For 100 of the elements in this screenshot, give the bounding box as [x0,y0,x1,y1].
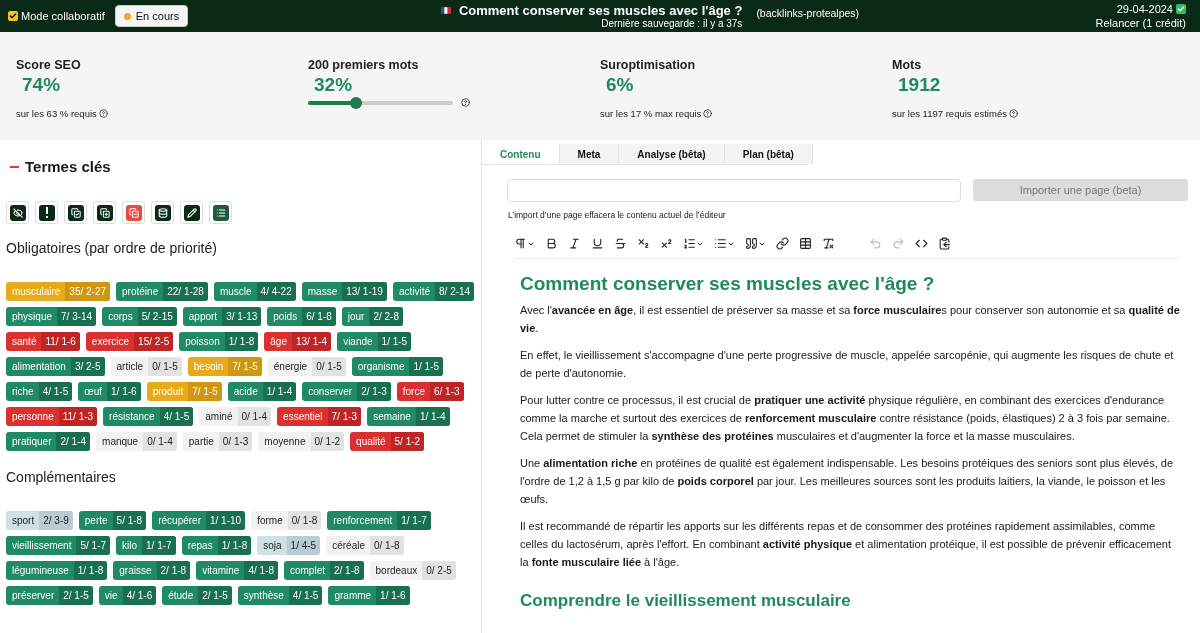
collapse-icon[interactable] [10,165,19,168]
tab[interactable]: Contenu [482,144,560,164]
group-title: Obligatoires (par ordre de priorité) [6,240,218,256]
subscript-button[interactable] [637,237,650,250]
keyword-tag[interactable]: conserver 2/ 1-3 [302,382,391,401]
help-icon[interactable] [1008,109,1018,118]
keyword-tag[interactable]: étude 2/ 1-5 [162,586,232,605]
article-heading: Comment conserver ses muscles avec l'âge ? [520,273,936,295]
keyword-tag[interactable]: céréale 0/ 1-8 [326,536,404,555]
keyword-tag[interactable]: gramme 1/ 1-6 [328,586,410,605]
help-icon[interactable] [461,98,470,107]
italic-button[interactable] [568,237,581,250]
group-title: Complémentaires [6,469,117,485]
url-field[interactable] [507,179,961,202]
keyword-tag[interactable]: vieillissement 5/ 1-7 [6,536,111,555]
slider-thumb[interactable] [349,96,362,109]
keyword-tag[interactable]: vitamine 4/ 1-8 [196,561,278,580]
date: 29-04-2024 [1116,3,1173,15]
keyword-tag[interactable]: riche 4/ 1-5 [6,382,73,401]
link-button[interactable] [776,237,789,250]
keyword-tag[interactable]: qualité 5/ 1-2 [350,432,425,451]
keyword-tag[interactable]: œuf 1/ 1-6 [78,382,141,401]
code-button[interactable] [915,237,928,250]
keyword-tag[interactable]: complet 2/ 1-8 [283,561,364,580]
keyword-tag[interactable]: kilo 1/ 1-7 [116,536,176,555]
keyword-tag[interactable]: repas 1/ 1-8 [181,536,252,555]
copy-button[interactable] [938,237,951,250]
stat-label: 200 premiers mots [308,58,420,72]
keyword-tag[interactable]: énergie 0/ 1-5 [267,357,346,376]
keyword-tag[interactable]: soja 1/ 4-5 [257,536,321,555]
paragraph-button[interactable] [514,237,535,250]
keyword-tag[interactable]: renforcement 1/ 1-7 [327,511,431,530]
keyword-tag[interactable]: jour 2/ 2-8 [341,307,403,326]
filter-button[interactable] [6,201,29,224]
last-saved: Dernière sauvegarde : il y a 37s [601,18,743,29]
keyword-tag[interactable]: semaine 1/ 1-4 [367,407,450,426]
filter-button[interactable] [93,201,116,224]
keyword-tag[interactable]: graisse 2/ 1-8 [113,561,191,580]
keyword-tag[interactable]: poisson 1/ 1-8 [179,332,259,351]
keyword-tag[interactable]: force 6/ 1-3 [396,382,464,401]
underline-button[interactable] [591,237,604,250]
keyword-tag[interactable]: masse 13/ 1-19 [301,282,387,301]
quote-button[interactable] [745,237,766,250]
keyword-tag[interactable]: activité 8/ 2-14 [392,282,475,301]
filter-button[interactable] [180,201,203,224]
keyword-tag[interactable]: corps 5/ 2-15 [102,307,177,326]
keyword-tag[interactable]: organisme 1/ 1-5 [351,357,444,376]
filter-button[interactable] [64,201,87,224]
bold-button[interactable] [545,237,558,250]
stat-value: 1912 [898,74,942,96]
keyword-tag[interactable]: sport 2/ 3-9 [6,511,73,530]
checkbox[interactable] [8,11,18,21]
keyword-tag[interactable]: moyenne 0/ 1-2 [258,432,345,451]
stat-value: 6% [606,74,635,96]
filter-button[interactable] [151,201,174,224]
keyword-tag[interactable]: article 0/ 1-5 [110,357,182,376]
status-button[interactable]: En cours [114,5,189,27]
keyword-tag[interactable]: poids 6/ 1-8 [267,307,336,326]
keyword-tag[interactable]: personne 11/ 1-3 [6,407,98,426]
keyword-tag[interactable]: manque 0/ 1-4 [96,432,177,451]
help-icon[interactable] [98,109,108,118]
keyword-tag[interactable]: préserver 2/ 1-5 [6,586,93,605]
filter-button[interactable] [209,201,232,224]
keyword-tag[interactable]: viande 1/ 1-5 [337,332,412,351]
superscript-button[interactable] [660,237,673,250]
keyword-tag[interactable]: résistance 4/ 1-5 [103,407,194,426]
filter-button[interactable] [35,201,58,224]
keyword-tag[interactable]: âge 13/ 1-4 [264,332,332,351]
keyword-tag[interactable]: vie 4/ 1-6 [98,586,157,605]
help-icon[interactable] [703,109,713,118]
stat-value: 74% [22,74,62,96]
keyword-tag[interactable]: muscle 4/ 4-22 [213,282,296,301]
keyword-tag[interactable]: essentiel 7/ 1-3 [277,407,362,426]
strikethrough-button[interactable] [614,237,627,250]
keyword-tag[interactable]: partie 0/ 1-3 [182,432,253,451]
keyword-tag[interactable]: récupérer 1/ 1-10 [152,511,246,530]
keyword-tag[interactable]: apport 3/ 1-13 [182,307,262,326]
ordered-list-button[interactable] [683,237,704,250]
keyword-tag[interactable]: légumineuse 1/ 1-8 [6,561,108,580]
keyword-tag[interactable]: exercice 15/ 2-5 [85,332,174,351]
stat-label: Mots [892,58,923,72]
stat-note: sur les 63 % requis [16,108,97,119]
stat-value: 32% [314,74,354,96]
table-button[interactable] [799,237,812,250]
keyword-tag[interactable]: santé 11/ 1-6 [6,332,80,351]
bullet-list-button[interactable] [714,237,735,250]
keyword-tag[interactable]: perte 5/ 1-8 [78,511,147,530]
keyword-tag[interactable]: aminé 0/ 1-4 [199,407,272,426]
keyword-tag[interactable]: synthèse 4/ 1-5 [237,586,323,605]
checkbox-label: Mode collaboratif [21,10,105,22]
keyword-tag[interactable]: acide 1/ 1-4 [227,382,297,401]
keyword-tag[interactable]: protéine 22/ 1-28 [116,282,208,301]
clear-format-button[interactable] [822,237,835,250]
keyword-tag[interactable]: physique 7/ 3-14 [6,307,97,326]
paragraph: En effet, le vieillissement s'accompagne d'une perte progressive de muscle, appelée sarcopénie, qui augmente les risques de chute et de perte d'autonomie. [520,348,1175,381]
keyword-tag[interactable]: pratiquer 2/ 1-4 [6,432,91,451]
rerun-link[interactable]: Relancer (1 crédit) [1095,17,1186,29]
keyword-tag[interactable]: bordeaux 0/ 2-5 [369,561,456,580]
keyword-tag[interactable]: alimentation 3/ 2-5 [6,357,105,376]
keyword-tag[interactable]: forme 0/ 1-8 [251,511,322,530]
